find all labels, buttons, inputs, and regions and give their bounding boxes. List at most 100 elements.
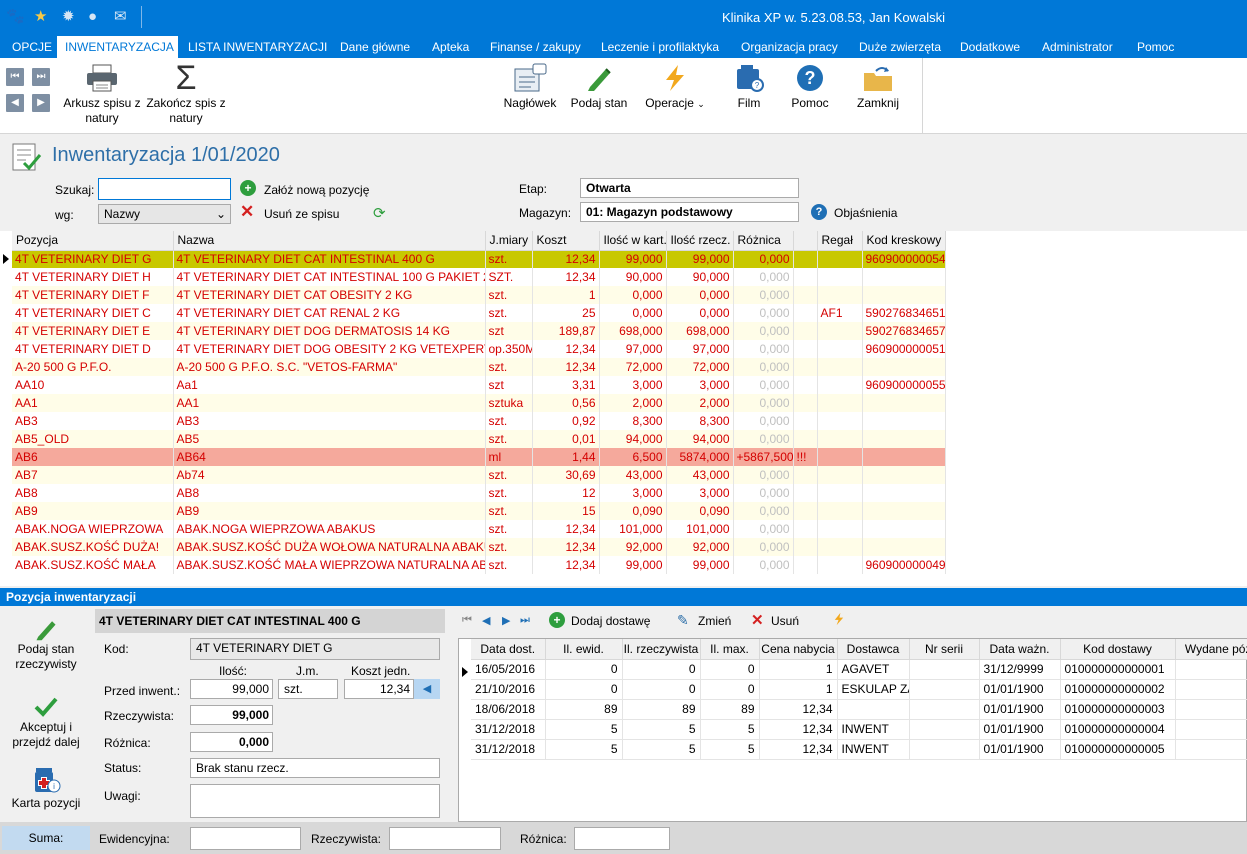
column-header[interactable]: Różnica [733,231,794,251]
table-row[interactable]: ABAK.SUSZ.KOŚĆ DUŻA! ABAK.SUSZ.KOŚĆ DUŻA … [12,538,946,556]
menu-administrator[interactable]: Administrator [1034,36,1121,58]
lightning-icon[interactable] [832,611,846,630]
first-icon[interactable]: ⏮ [6,68,24,86]
accept-button[interactable]: Akceptuj i przejdź dalej [0,694,92,750]
remove-delivery-button[interactable]: Usuń [771,614,799,628]
notes-field[interactable] [190,784,440,818]
column-header[interactable]: Il. rzeczywista [622,639,701,660]
table-row[interactable]: 4T VETERINARY DIET D 4T VETERINARY DIET D… [12,340,946,358]
arrow-left-icon[interactable]: ◀ [414,679,440,699]
actual-qty-field[interactable]: 99,000 [190,705,273,725]
column-header[interactable]: Nazwa [173,231,486,251]
help-button[interactable]: ? Pomoc [783,60,837,111]
prev-icon[interactable]: ◀ [6,94,24,112]
add-position-button[interactable]: Załóż nową pozycję [264,183,369,197]
prev-icon[interactable]: ◀ [482,614,490,627]
column-header[interactable]: Il. ewid. [545,639,623,660]
column-header[interactable]: Data ważn. [979,639,1061,660]
plus-icon[interactable]: + [549,612,565,628]
sum-label: Suma: [2,826,90,850]
film-button[interactable]: ? Film [722,60,776,111]
explanations-link[interactable]: Objaśnienia [834,206,897,220]
column-header[interactable]: Kod kreskowy [862,231,946,251]
delete-x-icon[interactable]: ✕ [240,203,254,221]
close-button[interactable]: Zamknij [849,60,907,111]
next-icon[interactable]: ▶ [32,94,50,112]
column-header[interactable]: Kod dostawy [1060,639,1176,660]
menu-inwentaryzacja[interactable]: INWENTARYZACJA [57,36,178,58]
menu-lista-inwentaryzacji[interactable]: LISTA INWENTARYZACJI [180,36,335,58]
table-cell [793,484,818,502]
item-card-button[interactable]: i Karta pozycji [0,764,92,811]
column-header[interactable]: J.miary [485,231,533,251]
change-delivery-button[interactable]: Zmień [698,614,731,628]
search-by-select[interactable]: Nazwy ⌄ [98,204,231,224]
first-icon[interactable]: ⏮ [462,614,472,627]
sheet-button[interactable]: Arkusz spisu z natury [60,60,144,126]
finish-button[interactable]: Σ Zakończ spis z natury [144,60,228,126]
table-row[interactable]: 21/10/2016 0 0 0 1 ESKULAP ZA 01/01/1900 010000… [471,679,1247,700]
search-input[interactable] [98,178,231,200]
next-icon[interactable]: ▶ [502,614,510,627]
chevron-down-icon[interactable]: ⌄ [697,99,705,109]
table-cell: szt. [485,556,533,574]
table-row[interactable]: 31/12/2018 5 5 5 12,34 INWENT 01/01/1900 010000… [471,719,1247,740]
column-header[interactable]: Nr serii [909,639,980,660]
last-icon[interactable]: ⏭ [32,68,50,86]
column-header[interactable]: Il. max. [700,639,760,660]
column-header[interactable]: Pozycja [12,231,174,251]
table-row[interactable]: 31/12/2018 5 5 5 12,34 INWENT 01/01/1900 010000… [471,739,1247,760]
table-row[interactable]: AA1 AA1 sztuka 0,56 2,000 2,000 0,000 [12,394,946,412]
table-row[interactable]: A-20 500 G P.F.O. A-20 500 G P.F.O. S.C. … [12,358,946,376]
last-icon[interactable]: ⏭ [520,614,530,627]
menu-pomoc[interactable]: Pomoc [1129,36,1182,58]
table-row[interactable]: 4T VETERINARY DIET C 4T VETERINARY DIET C… [12,304,946,322]
menu-dane-glowne[interactable]: Dane główne [332,36,418,58]
plus-icon[interactable]: + [240,180,256,196]
bottom-sidebar: Podaj stan rzeczywisty Akceptuj i przejd… [0,606,92,822]
column-header[interactable]: Data dost. [471,639,546,660]
table-row[interactable]: AB5_OLD AB5 szt. 0,01 94,000 94,000 0,000 [12,430,946,448]
table-row[interactable]: 4T VETERINARY DIET H 4T VETERINARY DIET C… [12,268,946,286]
table-row[interactable]: AA10 Aa1 szt 3,31 3,000 3,000 0,000 96090000005… [12,376,946,394]
remove-from-list-button[interactable]: Usuń ze spisu [264,207,339,221]
menu-duze-zwierzeta[interactable]: Duże zwierzęta [851,36,949,58]
table-cell: 25 [532,304,600,322]
enter-actual-button[interactable]: Podaj stan rzeczywisty [0,616,92,672]
column-header[interactable]: Wydane późn [1175,639,1247,660]
enter-state-button[interactable]: Podaj stan [567,60,631,111]
column-header[interactable]: Regał [817,231,863,251]
table-row[interactable]: ABAK.SUSZ.KOŚĆ MAŁA ABAK.SUSZ.KOŚĆ MAŁA W… [12,556,946,574]
table-row[interactable]: AB9 AB9 szt. 15 0,090 0,090 0,000 [12,502,946,520]
menu-organizacja[interactable]: Organizacja pracy [733,36,846,58]
table-row[interactable]: 4T VETERINARY DIET E 4T VETERINARY DIET D… [12,322,946,340]
column-header[interactable]: Ilość w kart. [599,231,667,251]
refresh-icon[interactable]: ⟳ [373,204,386,222]
add-delivery-button[interactable]: Dodaj dostawę [571,614,650,628]
column-header[interactable]: Ilość rzecz. [666,231,734,251]
menu-apteka[interactable]: Apteka [424,36,477,58]
table-row[interactable]: 4T VETERINARY DIET G 4T VETERINARY DIET C… [12,250,946,268]
column-header[interactable]: Koszt [532,231,600,251]
menu-dodatkowe[interactable]: Dodatkowe [952,36,1028,58]
column-header[interactable]: Dostawca [837,639,910,660]
table-row[interactable]: AB7 Ab74 szt. 30,69 43,000 43,000 0,000 [12,466,946,484]
delete-x-icon[interactable]: ✕ [751,611,764,629]
table-row[interactable]: AB6 AB64 ml 1,44 6,500 5874,000 +5867,500!!! [12,448,946,466]
info-help-icon[interactable]: ? [811,204,827,220]
table-row[interactable]: ABAK.NOGA WIEPRZOWA ABAK.NOGA WIEPRZOWA A… [12,520,946,538]
operations-button[interactable]: Operacje ⌄ [638,60,712,112]
menu-finanse[interactable]: Finanse / zakupy [482,36,589,58]
table-cell: 0 [1175,739,1247,760]
table-row[interactable]: 16/05/2016 0 0 0 1 AGAVET 31/12/9999 0100000000… [471,659,1247,680]
menu-leczenie[interactable]: Leczenie i profilaktyka [593,36,727,58]
edit-icon[interactable]: ✎ [677,612,689,629]
column-header[interactable] [793,231,818,251]
header-button[interactable]: Nagłówek [498,60,562,111]
table-row[interactable]: AB3 AB3 szt. 0,92 8,300 8,300 0,000 [12,412,946,430]
table-row[interactable]: 18/06/2018 89 89 89 12,34 01/01/1900 010000000… [471,699,1247,720]
table-row[interactable]: 4T VETERINARY DIET F 4T VETERINARY DIET C… [12,286,946,304]
column-header[interactable]: Cena nabycia [759,639,838,660]
table-row[interactable]: AB8 AB8 szt. 12 3,000 3,000 0,000 [12,484,946,502]
menu-opcje[interactable]: OPCJE [4,36,60,58]
